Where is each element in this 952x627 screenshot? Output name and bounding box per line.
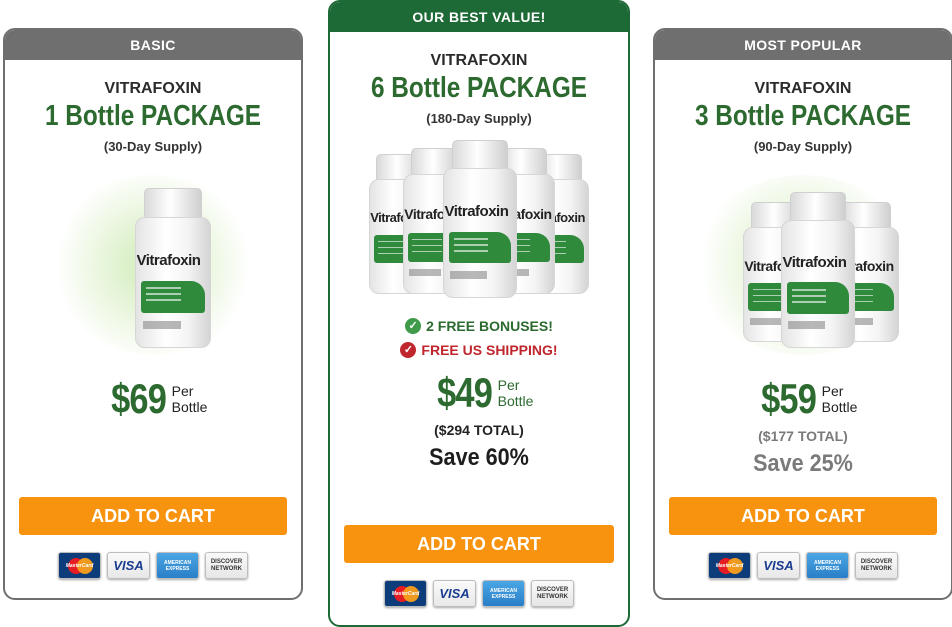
per-bottle-label: Per Bottle [497,377,534,409]
free-shipping-note: ✓ FREE US SHIPPING! [330,342,628,358]
check-circle-icon: ✓ [405,318,422,334]
discover-icon: DISCOVER NETWORK [531,580,574,607]
product-image: Vitrafoxin Vitrafoxin Vitrafoxin [673,170,933,360]
supply-duration: (90-Day Supply) [753,139,853,154]
brand-name: VITRAFOXIN [754,80,852,97]
payment-methods: MasterCard VISA AMERICAN EXPRESS DISCOVER… [330,580,628,607]
package-title: 3 Bottle PACKAGE [694,100,912,132]
package-title: 6 Bottle PACKAGE [370,72,588,104]
add-to-cart-button[interactable]: ADD TO CART [344,525,614,563]
total-price: ($177 TOTAL) [758,428,848,444]
card-header-basic: BASIC [5,30,301,60]
package-title: 1 Bottle PACKAGE [44,100,262,132]
product-image: Vitrafoxin [23,170,283,360]
card-header-most-popular: MOST POPULAR [655,30,951,60]
add-to-cart-button[interactable]: ADD TO CART [19,497,287,535]
total-price: ($294 TOTAL) [434,422,524,438]
visa-icon: VISA [757,552,800,579]
supply-duration: (30-Day Supply) [103,139,203,154]
free-bonuses-note: ✓ 2 FREE BONUSES! [330,318,628,334]
amex-icon: AMERICAN EXPRESS [806,552,849,579]
brand-name: VITRAFOXIN [430,52,528,69]
mastercard-icon: MasterCard [58,552,101,579]
package-card-basic: BASIC VITRAFOXIN 1 Bottle PACKAGE (30-Da… [3,28,303,600]
payment-methods: MasterCard VISA AMERICAN EXPRESS DISCOVER… [655,552,951,579]
discover-icon: DISCOVER NETWORK [205,552,248,579]
savings-text: Save 60% [429,444,529,471]
per-bottle-label: Per Bottle [821,383,858,415]
visa-icon: VISA [107,552,150,579]
amex-icon: AMERICAN EXPRESS [156,552,199,579]
mastercard-icon: MasterCard [708,552,751,579]
payment-methods: MasterCard VISA AMERICAN EXPRESS DISCOVER… [5,552,301,579]
per-bottle-label: Per Bottle [171,383,208,415]
mastercard-icon: MasterCard [384,580,427,607]
price-block: $49 Per Bottle [330,372,628,414]
package-card-most-popular: MOST POPULAR VITRAFOXIN 3 Bottle PACKAGE… [653,28,952,600]
product-image: Vitrafoxin Vitrafoxin Vitrafoxin Vitrafo… [339,140,619,300]
price: $69 [110,375,167,422]
savings-text: Save 25% [753,450,853,477]
price-block: $69 Per Bottle [5,378,301,420]
amex-icon: AMERICAN EXPRESS [482,580,525,607]
discover-icon: DISCOVER NETWORK [855,552,898,579]
bottle-image: Vitrafoxin [135,188,211,348]
check-circle-icon: ✓ [400,342,417,358]
bottle-image: Vitrafoxin [781,192,855,348]
package-card-best-value: OUR BEST VALUE! VITRAFOXIN 6 Bottle PACK… [328,0,630,627]
price: $49 [436,369,493,416]
price-block: $59 Per Bottle [655,378,951,420]
card-header-best-value: OUR BEST VALUE! [330,2,628,32]
price: $59 [760,375,817,422]
visa-icon: VISA [433,580,476,607]
bottle-image: Vitrafoxin [443,140,517,298]
add-to-cart-button[interactable]: ADD TO CART [669,497,937,535]
brand-name: VITRAFOXIN [104,80,202,97]
supply-duration: (180-Day Supply) [426,111,532,126]
